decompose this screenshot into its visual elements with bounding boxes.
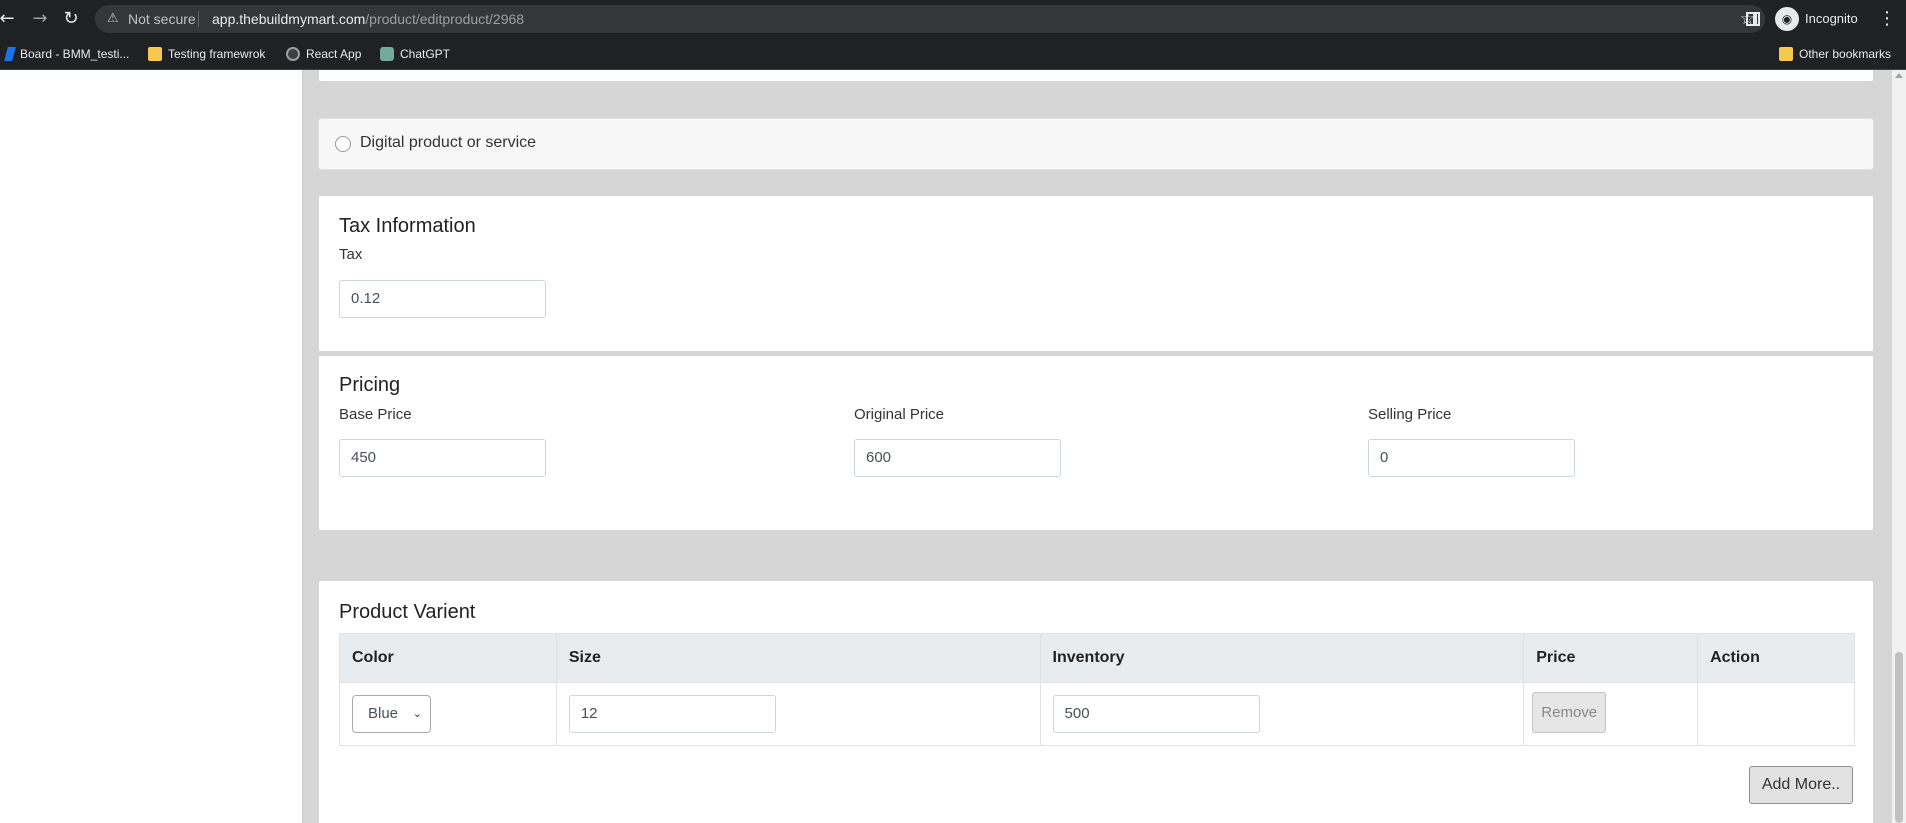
original-price-label: Original Price (854, 406, 945, 423)
globe-icon (286, 47, 300, 61)
size-input[interactable]: 12 (568, 695, 776, 733)
inventory-input[interactable]: 500 (1052, 695, 1260, 733)
remove-button[interactable]: Remove (1532, 692, 1607, 733)
scrollbar-thumb[interactable] (1895, 652, 1903, 823)
column-header-color: Color (339, 633, 557, 683)
folder-icon (148, 47, 162, 61)
column-header-action: Action (1697, 633, 1855, 683)
table-header-row: Color Size Inventory Price Action (339, 633, 1855, 683)
bookmark-testing[interactable]: Testing framewrok (148, 43, 265, 65)
bookmark-label: Testing framewrok (168, 47, 266, 61)
divider (198, 11, 199, 27)
pricing-title: Pricing (339, 374, 401, 396)
inventory-cell: 500 (1039, 682, 1525, 746)
scroll-up-arrow-icon[interactable] (1895, 73, 1903, 78)
column-header-size: Size (555, 633, 1041, 683)
menu-icon[interactable]: ⋮ (1878, 8, 1896, 29)
profile-label[interactable]: Incognito (1805, 11, 1858, 26)
back-icon[interactable]: ← (0, 8, 18, 30)
selling-price-input[interactable]: 0 (1368, 439, 1575, 477)
reload-icon[interactable]: ↻ (60, 8, 82, 30)
tax-input[interactable]: 0.12 (339, 280, 546, 318)
selling-price-label: Selling Price (1368, 406, 1452, 423)
tax-section: Tax Information Tax 0.12 (318, 195, 1874, 351)
digital-product-radio[interactable] (335, 136, 351, 152)
base-price-input[interactable]: 450 (339, 439, 546, 477)
variant-table: Color Size Inventory Price Action Blue ⌄ … (339, 633, 1855, 746)
url-text[interactable]: app.thebuildmymart.com/product/editprodu… (212, 11, 524, 27)
bookmark-chatgpt[interactable]: ChatGPT (380, 43, 450, 65)
url-path: /product/editproduct/2968 (365, 11, 525, 27)
pricing-section: Pricing Base Price 450 Original Price 60… (318, 355, 1874, 531)
action-cell (1697, 682, 1855, 746)
color-cell: Blue ⌄ (339, 682, 557, 746)
bookmark-board[interactable]: Board - BMM_testi... (4, 43, 130, 65)
tax-label: Tax (339, 246, 363, 263)
column-header-price: Price (1523, 633, 1699, 683)
price-cell: Remove (1523, 682, 1699, 746)
digital-product-option[interactable]: Digital product or service (318, 118, 1874, 170)
security-label[interactable]: Not secure (128, 11, 196, 27)
bookmark-label: ChatGPT (400, 47, 451, 61)
color-select-value: Blue (368, 705, 399, 722)
base-price-label: Base Price (339, 406, 412, 423)
side-panel-icon[interactable] (1746, 12, 1760, 26)
card-top (318, 70, 1874, 82)
bookmark-label: Board - BMM_testi... (20, 47, 130, 61)
warning-icon[interactable]: ⚠ (107, 11, 119, 26)
variant-title: Product Varient (339, 601, 476, 623)
scrollbar[interactable] (1892, 70, 1906, 823)
size-cell: 12 (555, 682, 1041, 746)
folder-icon (1779, 47, 1793, 61)
bookmarks-bar: Board - BMM_testi... Testing framewrok R… (0, 38, 1906, 70)
color-select[interactable]: Blue ⌄ (352, 695, 431, 733)
bookmark-react-app[interactable]: React App (286, 43, 361, 65)
board-icon (4, 47, 16, 61)
incognito-icon[interactable]: ◉ (1775, 7, 1799, 31)
bookmark-label: React App (306, 47, 362, 61)
other-bookmarks[interactable]: Other bookmarks (1779, 43, 1891, 65)
bookmark-label: Other bookmarks (1799, 47, 1892, 61)
forward-icon[interactable]: → (29, 8, 51, 30)
table-row: Blue ⌄ 12 500 Remove (339, 682, 1855, 746)
url-host: app.thebuildmymart.com (212, 11, 366, 27)
page-content: Digital product or service Tax Informati… (0, 70, 1906, 823)
browser-toolbar: ← → ↻ ⚠ Not secure app.thebuildmymart.co… (0, 0, 1906, 38)
tax-title: Tax Information (339, 215, 476, 237)
original-price-input[interactable]: 600 (854, 439, 1061, 477)
product-variant-section: Product Varient Color Size Inventory Pri… (318, 580, 1874, 823)
chevron-down-icon: ⌄ (412, 707, 422, 720)
add-more-button[interactable]: Add More.. (1749, 766, 1853, 804)
column-header-inventory: Inventory (1039, 633, 1525, 683)
digital-product-label[interactable]: Digital product or service (360, 134, 536, 152)
sidebar (0, 70, 303, 823)
chatgpt-icon (380, 47, 394, 61)
address-bar[interactable]: ⚠ Not secure app.thebuildmymart.com/prod… (95, 5, 1765, 33)
